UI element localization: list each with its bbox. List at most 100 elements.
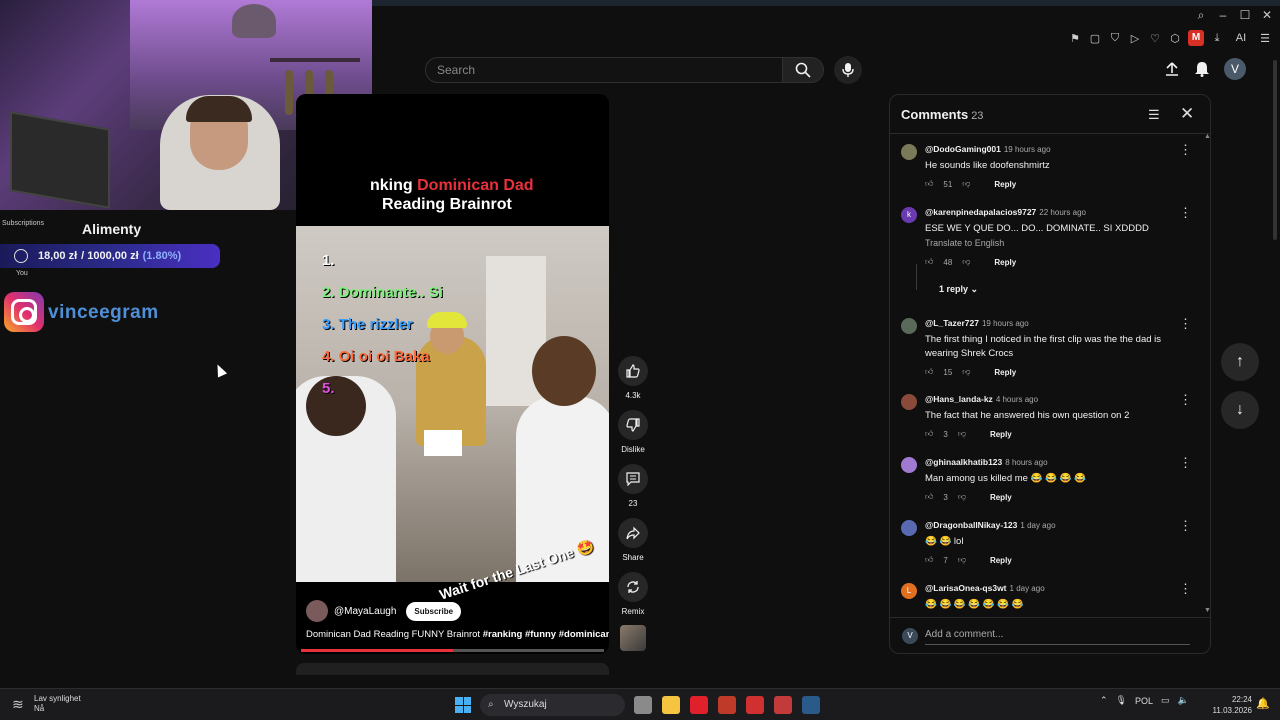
language-indicator[interactable]: POL xyxy=(1135,696,1153,706)
comment-menu-icon[interactable]: ⋮ xyxy=(1179,205,1192,221)
comment-dislike-icon[interactable]: 👎︎ xyxy=(958,492,966,502)
translate-link[interactable]: Translate to English xyxy=(925,238,1004,248)
windows-start-icon[interactable] xyxy=(455,697,471,713)
subscriptions-label[interactable]: Subscriptions xyxy=(2,220,44,227)
microphone-icon[interactable]: 🎙 xyxy=(1116,695,1127,706)
notification-icon[interactable]: 🔔 xyxy=(1256,697,1270,710)
puzzle-icon[interactable]: ⬡ xyxy=(1168,32,1182,45)
share-button[interactable] xyxy=(618,518,648,548)
remix-button[interactable] xyxy=(618,572,648,602)
sort-comments-icon[interactable]: ☰ xyxy=(1148,107,1160,123)
reply-button[interactable]: Reply xyxy=(994,368,1016,377)
reply-button[interactable]: Reply xyxy=(994,180,1016,189)
screenshot-icon[interactable]: ▢ xyxy=(1088,32,1102,45)
shield-icon[interactable]: ⛉ xyxy=(1108,32,1122,45)
clock[interactable]: 22:24 11.03.2026 xyxy=(1212,694,1252,716)
yellow-app-icon[interactable] xyxy=(774,696,792,714)
file-explorer-icon[interactable] xyxy=(662,696,680,714)
ai-button[interactable]: AI xyxy=(1230,32,1252,44)
previous-short-button[interactable]: ↑ xyxy=(1221,343,1259,381)
close-comments-icon[interactable]: ✕ xyxy=(1180,104,1194,124)
close-window-icon[interactable]: ✕ xyxy=(1260,8,1274,23)
comment-like-icon[interactable]: 👍︎ xyxy=(925,179,933,189)
comment-like-icon[interactable]: 👍︎ xyxy=(925,429,933,439)
reply-button[interactable]: Reply xyxy=(990,556,1012,565)
comment-dislike-icon[interactable]: 👎︎ xyxy=(958,429,966,439)
dislike-button[interactable] xyxy=(618,410,648,440)
scroll-up-arrow-icon[interactable]: ▲ xyxy=(1204,133,1211,140)
channel-name[interactable]: @MayaLaugh xyxy=(334,606,396,617)
weather-widget[interactable]: ≋ Lav synlighet Nå xyxy=(12,694,81,714)
commenter-avatar[interactable] xyxy=(901,144,917,160)
reply-button[interactable]: Reply xyxy=(990,430,1012,439)
search-input[interactable]: Search xyxy=(425,57,783,83)
video-description[interactable]: Dominican Dad Reading FUNNY Brainrot #ra… xyxy=(306,629,609,640)
video-progress-bar[interactable] xyxy=(301,649,604,652)
voice-search-button[interactable] xyxy=(834,56,862,84)
task-view-icon[interactable] xyxy=(634,696,652,714)
comment-dislike-icon[interactable]: 👎︎ xyxy=(958,555,966,565)
like-button[interactable] xyxy=(618,356,648,386)
commenter-avatar[interactable]: L xyxy=(901,583,917,599)
comment-like-icon[interactable]: 👍︎ xyxy=(925,257,933,267)
subscribe-button[interactable]: Subscribe xyxy=(406,601,462,621)
search-icon[interactable]: ⌕ xyxy=(1194,8,1208,23)
heart-icon[interactable]: ♡ xyxy=(1148,32,1162,45)
commenter-avatar[interactable] xyxy=(901,457,917,473)
m-extension-icon[interactable]: M xyxy=(1188,30,1204,46)
scroll-down-arrow-icon[interactable]: ▼ xyxy=(1204,607,1211,614)
sound-thumbnail[interactable] xyxy=(620,625,646,651)
taskbar-search[interactable]: ⌕ Wyszukaj xyxy=(480,694,625,716)
play-icon[interactable]: ▷ xyxy=(1128,32,1142,45)
comment-author[interactable]: @LarisaOnea-qs3wt 1 day ago xyxy=(925,583,1045,593)
comment-author[interactable]: @DragonballNikay-123 1 day ago xyxy=(925,520,1056,530)
comment-menu-icon[interactable]: ⋮ xyxy=(1179,581,1192,597)
download-icon[interactable]: ⤓ xyxy=(1210,32,1224,45)
comment-menu-icon[interactable]: ⋮ xyxy=(1179,392,1192,408)
comment-like-icon[interactable]: 👍︎ xyxy=(925,367,933,377)
comment-like-icon[interactable]: 👍︎ xyxy=(925,492,933,502)
commenter-avatar[interactable] xyxy=(901,394,917,410)
menu-icon[interactable]: ☰ xyxy=(1258,32,1272,45)
comment-menu-icon[interactable]: ⋮ xyxy=(1179,455,1192,471)
volume-icon[interactable]: 🔈 xyxy=(1178,695,1189,706)
comment-dislike-icon[interactable]: 👎︎ xyxy=(962,179,970,189)
reply-button[interactable]: Reply xyxy=(990,493,1012,502)
upload-icon[interactable] xyxy=(1164,61,1180,77)
comment-like-icon[interactable]: 👍︎ xyxy=(925,555,933,565)
notifications-bell-icon[interactable] xyxy=(1194,61,1210,77)
comment-author[interactable]: @DodoGaming001 19 hours ago xyxy=(925,144,1051,154)
chevron-up-icon[interactable]: ⌃ xyxy=(1100,695,1108,706)
add-comment-input[interactable]: Add a comment... xyxy=(925,629,1003,640)
commenter-avatar[interactable]: k xyxy=(901,207,917,223)
short-video-player[interactable]: nking Dominican Dad Reading Brainrot 1. 2… xyxy=(296,94,609,654)
comments-button[interactable] xyxy=(618,464,648,494)
shield-app-icon[interactable] xyxy=(746,696,764,714)
view-replies-button[interactable]: 1 reply ⌄ xyxy=(939,284,978,295)
comment-author[interactable]: @L_Tazer727 19 hours ago xyxy=(925,318,1029,328)
minimize-icon[interactable]: – xyxy=(1216,8,1230,23)
steam-icon[interactable] xyxy=(802,696,820,714)
commenter-avatar[interactable] xyxy=(901,520,917,536)
comment-author[interactable]: @Hans_landa-kz 4 hours ago xyxy=(925,394,1038,404)
next-short-button[interactable]: ↓ xyxy=(1221,391,1259,429)
comment-author[interactable]: @ghinaalkhatib123 8 hours ago xyxy=(925,457,1048,467)
network-icon[interactable]: ▭ xyxy=(1161,695,1170,706)
comment-menu-icon[interactable]: ⋮ xyxy=(1179,142,1192,158)
comment-menu-icon[interactable]: ⋮ xyxy=(1179,316,1192,332)
app-red-icon[interactable] xyxy=(718,696,736,714)
comment-dislike-icon[interactable]: 👎︎ xyxy=(962,257,970,267)
page-scrollbar[interactable] xyxy=(1273,60,1277,240)
comment-menu-icon[interactable]: ⋮ xyxy=(1179,518,1192,534)
maximize-icon[interactable]: ☐ xyxy=(1238,8,1252,23)
account-avatar[interactable]: V xyxy=(1224,58,1246,80)
guitar xyxy=(285,70,293,115)
bookmark-icon[interactable]: ⚑ xyxy=(1068,32,1082,45)
comment-author[interactable]: @karenpinedapalacios9727 22 hours ago xyxy=(925,207,1086,217)
reply-button[interactable]: Reply xyxy=(994,258,1016,267)
comment-dislike-icon[interactable]: 👎︎ xyxy=(962,367,970,377)
search-button[interactable] xyxy=(782,57,824,83)
commenter-avatar[interactable] xyxy=(901,318,917,334)
channel-avatar[interactable] xyxy=(306,600,328,622)
opera-icon[interactable] xyxy=(690,696,708,714)
